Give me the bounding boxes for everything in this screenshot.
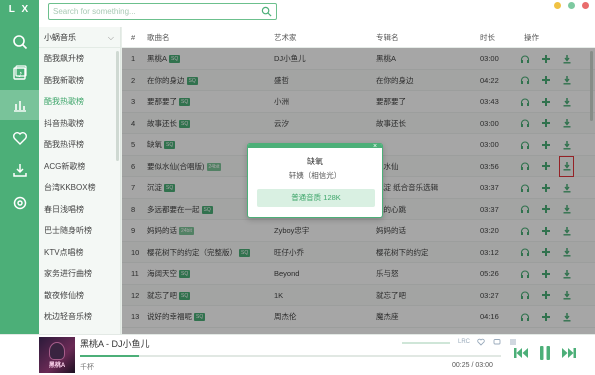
list-item[interactable]: KTV点唱榜 xyxy=(39,242,120,264)
lyrics-toggle[interactable]: LRC xyxy=(458,339,470,345)
sidebar: L X ♪ xyxy=(0,0,39,334)
player-extra-controls xyxy=(477,338,517,346)
leaderboard-list: 小蜗音乐 ⌵ 酷我飙升榜 酷我新歌榜 酷我热歌榜 抖音热歌榜 酷我热评榜 ACG新歌榜 台湾… xyxy=(39,27,121,334)
nav-settings-icon[interactable] xyxy=(0,188,39,218)
dialog-song-title: 缺氧 xyxy=(307,157,323,166)
download-icon xyxy=(12,164,27,177)
nav-chart-icon[interactable] xyxy=(0,90,39,120)
minimize-button[interactable] xyxy=(554,2,561,9)
chart-icon xyxy=(13,101,26,112)
col-artist: 艺术家 xyxy=(274,33,297,42)
search-input[interactable]: Search for something... xyxy=(53,7,136,16)
list-item[interactable]: ACG新歌榜 xyxy=(39,156,120,178)
close-button[interactable] xyxy=(582,2,589,9)
list-item[interactable]: 酷我新歌榜 xyxy=(39,70,120,92)
nav-favorite-icon[interactable] xyxy=(0,123,39,153)
table-header: # 歌曲名 艺术家 专辑名 时长 操作 xyxy=(122,27,595,48)
maximize-button[interactable] xyxy=(568,2,575,9)
search-box[interactable]: Search for something... xyxy=(48,3,277,20)
settings-icon xyxy=(13,196,26,210)
nav-download-icon[interactable] xyxy=(0,155,39,185)
playback-time: 00:25 / 03:00 xyxy=(452,362,493,369)
col-duration: 时长 xyxy=(480,33,495,42)
prev-icon xyxy=(514,348,528,358)
player-bar: 黑桃A 黑桃A - DJ小鱼儿 LRC 千杯 00:25 / 03:00 xyxy=(0,334,595,375)
next-icon xyxy=(562,348,576,358)
nav-library-icon[interactable]: ♪ xyxy=(0,58,39,88)
comment-icon[interactable] xyxy=(493,338,501,346)
search-icon[interactable] xyxy=(261,6,272,17)
list-item[interactable]: 家务进行曲榜 xyxy=(39,263,120,285)
next-button[interactable] xyxy=(560,344,578,364)
prev-button[interactable] xyxy=(512,344,530,364)
list-scrollbar[interactable] xyxy=(116,51,119,161)
dialog-song-artist: 轩姨（相信光） xyxy=(288,171,342,180)
list-item[interactable]: 酷我热歌榜 xyxy=(39,91,120,113)
list-item[interactable]: 枕边轻音乐榜 xyxy=(39,306,120,328)
col-num: # xyxy=(131,33,136,42)
list-item[interactable]: 春日浅唱榜 xyxy=(39,199,120,221)
heart-icon xyxy=(12,132,27,145)
music-library-icon: ♪ xyxy=(12,65,27,80)
search-icon xyxy=(12,35,27,50)
pause-icon xyxy=(540,346,550,360)
album-cover[interactable]: 黑桃A xyxy=(39,337,75,373)
top-bar: Search for something... xyxy=(39,0,595,27)
source-select[interactable]: 小蜗音乐 ⌵ xyxy=(39,27,120,48)
app-logo: L X xyxy=(8,4,31,15)
pause-button[interactable] xyxy=(536,344,554,364)
chevron-down-icon: ⌵ xyxy=(107,33,114,42)
progress-fill xyxy=(80,355,139,357)
now-playing-title: 黑桃A - DJ小鱼儿 xyxy=(80,339,150,349)
col-actions: 操作 xyxy=(524,33,539,42)
col-title: 歌曲名 xyxy=(147,33,170,42)
list-item[interactable]: 酷我热评榜 xyxy=(39,134,120,156)
close-icon[interactable]: × xyxy=(371,143,379,151)
source-label: 小蜗音乐 xyxy=(44,33,76,42)
volume-slider[interactable] xyxy=(402,342,450,344)
list-item[interactable]: 酷我飙升榜 xyxy=(39,48,120,70)
quality-128k-button[interactable]: 普通音质 128K xyxy=(257,189,375,207)
nav-search-icon[interactable] xyxy=(0,27,39,57)
col-album: 专辑名 xyxy=(376,33,399,42)
download-quality-dialog: × 缺氧 轩姨（相信光） 普通音质 128K xyxy=(247,143,383,218)
window-controls xyxy=(554,2,589,9)
cover-text: 黑桃A xyxy=(48,363,66,369)
progress-bar[interactable] xyxy=(80,355,501,357)
list-item[interactable]: 巴士随身听榜 xyxy=(39,220,120,242)
heart-icon[interactable] xyxy=(477,338,485,346)
list-item[interactable]: 散夜修仙榜 xyxy=(39,285,120,307)
list-item[interactable]: 台湾KKBOX榜 xyxy=(39,177,120,199)
svg-text:♪: ♪ xyxy=(18,71,22,79)
current-lyric: 千杯 xyxy=(80,364,94,371)
list-item[interactable]: 抖音热歌榜 xyxy=(39,113,120,135)
